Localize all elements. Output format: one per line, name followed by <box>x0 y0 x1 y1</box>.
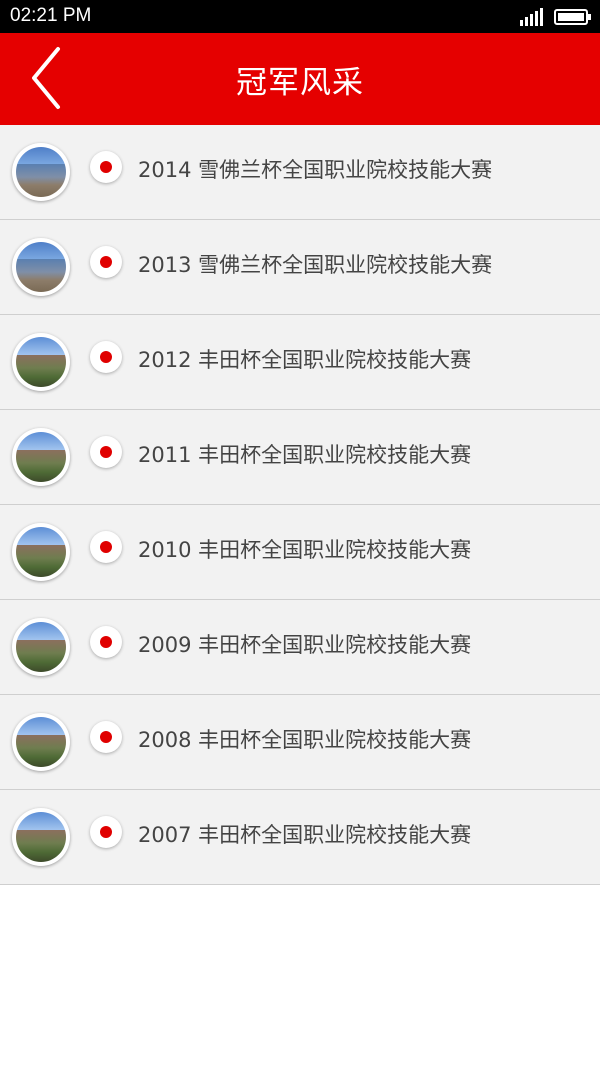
list-item-label: 2011 丰田杯全国职业院校技能大赛 <box>138 443 472 467</box>
list-item[interactable]: 2011 丰田杯全国职业院校技能大赛 <box>0 410 600 505</box>
timeline-marker-icon <box>90 341 122 373</box>
battery-icon <box>554 9 591 25</box>
timeline-marker-icon <box>90 151 122 183</box>
list-item[interactable]: 2010 丰田杯全国职业院校技能大赛 <box>0 505 600 600</box>
avatar <box>12 428 70 486</box>
timeline-marker-icon <box>90 531 122 563</box>
timeline-marker-icon <box>90 626 122 658</box>
timeline-marker-icon <box>90 246 122 278</box>
campus-photo <box>16 337 66 387</box>
list-item[interactable]: 2013 雪佛兰杯全国职业院校技能大赛 <box>0 220 600 315</box>
list-item[interactable]: 2007 丰田杯全国职业院校技能大赛 <box>0 790 600 885</box>
list-item-label: 2010 丰田杯全国职业院校技能大赛 <box>138 538 472 562</box>
list-item-label: 2013 雪佛兰杯全国职业院校技能大赛 <box>138 253 493 277</box>
campus-photo <box>16 147 66 197</box>
timeline-marker-icon <box>90 816 122 848</box>
list-item-label: 2007 丰田杯全国职业院校技能大赛 <box>138 823 472 847</box>
avatar <box>12 143 70 201</box>
status-time: 02:21 PM <box>10 5 92 26</box>
list-item-label: 2008 丰田杯全国职业院校技能大赛 <box>138 728 472 752</box>
list-item-label: 2009 丰田杯全国职业院校技能大赛 <box>138 633 472 657</box>
avatar <box>12 618 70 676</box>
page-title: 冠军风采 <box>236 65 364 101</box>
list-item-label: 2012 丰田杯全国职业院校技能大赛 <box>138 348 472 372</box>
champion-list: 2014 雪佛兰杯全国职业院校技能大赛 2013 雪佛兰杯全国职业院校技能大赛 … <box>0 125 600 885</box>
avatar <box>12 808 70 866</box>
avatar <box>12 523 70 581</box>
status-bar: 02:21 PM <box>0 0 600 33</box>
avatar <box>12 238 70 296</box>
signal-icon <box>520 8 543 26</box>
list-item[interactable]: 2014 雪佛兰杯全国职业院校技能大赛 <box>0 125 600 220</box>
list-item-label: 2014 雪佛兰杯全国职业院校技能大赛 <box>138 158 493 182</box>
list-item[interactable]: 2009 丰田杯全国职业院校技能大赛 <box>0 600 600 695</box>
avatar <box>12 333 70 391</box>
app-bar: 冠军风采 <box>0 33 600 125</box>
campus-photo <box>16 717 66 767</box>
list-item[interactable]: 2008 丰田杯全国职业院校技能大赛 <box>0 695 600 790</box>
campus-photo <box>16 527 66 577</box>
avatar <box>12 713 70 771</box>
timeline-marker-icon <box>90 721 122 753</box>
list-item[interactable]: 2012 丰田杯全国职业院校技能大赛 <box>0 315 600 410</box>
campus-photo <box>16 622 66 672</box>
campus-photo <box>16 812 66 862</box>
campus-photo <box>16 242 66 292</box>
campus-photo <box>16 432 66 482</box>
timeline-marker-icon <box>90 436 122 468</box>
